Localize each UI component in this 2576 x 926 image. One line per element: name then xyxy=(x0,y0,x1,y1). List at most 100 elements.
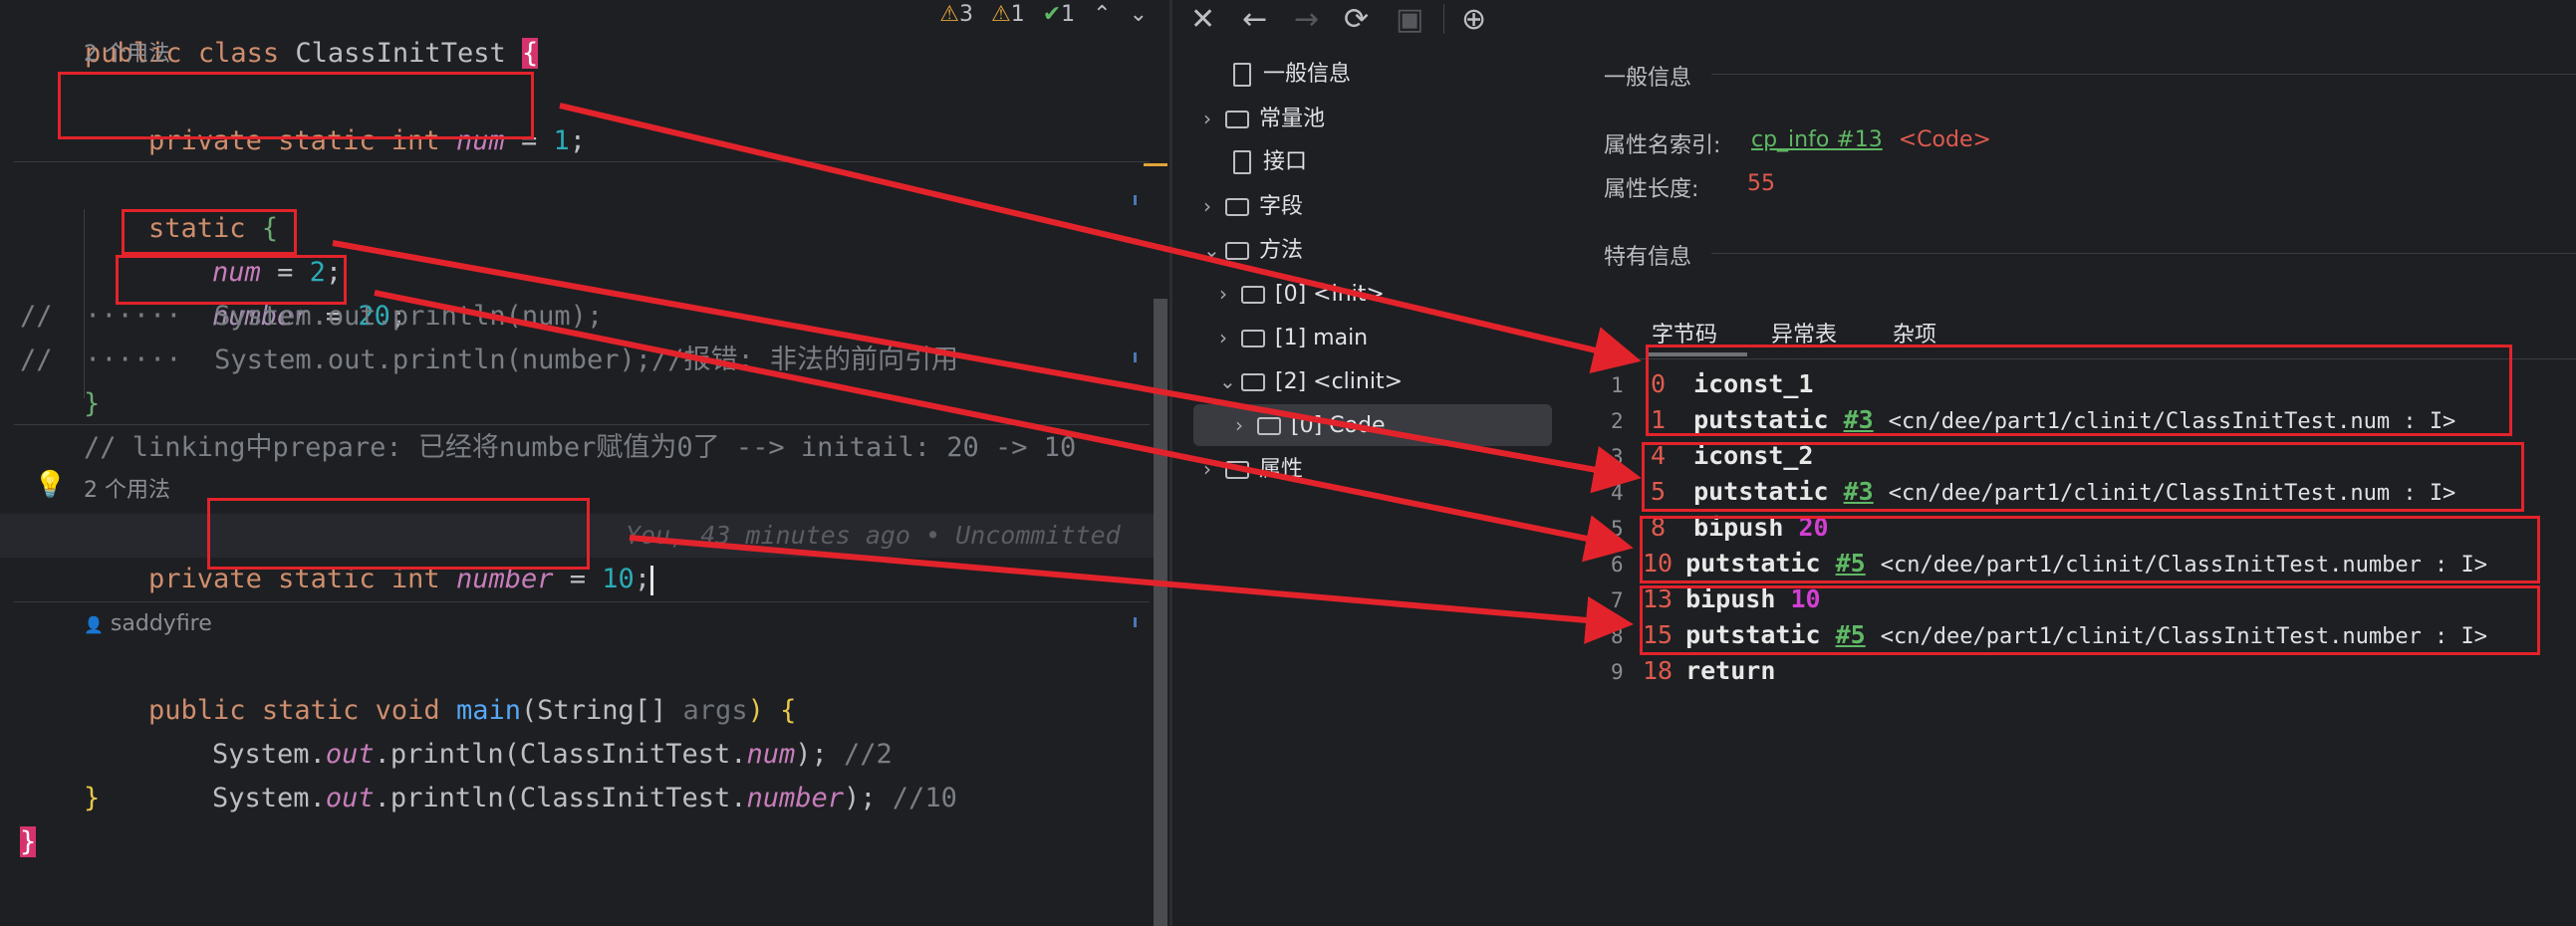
tree-item-method-init[interactable]: › [0] <init> xyxy=(1219,277,1385,311)
section-title-general: 一般信息 xyxy=(1604,66,1692,91)
code-line-println-num[interactable]: System.out.println(ClassInitTest.num); /… xyxy=(147,689,1161,770)
tree-item-label: [1] main xyxy=(1275,326,1369,350)
tree-item-label: [0] Code xyxy=(1291,413,1386,438)
usage-hint[interactable]: 2 个用法 xyxy=(84,476,170,506)
cp-info-link[interactable]: cp_info #13 xyxy=(1751,127,1883,152)
divider xyxy=(14,424,1150,425)
section-rule xyxy=(1711,74,2576,75)
code-editor[interactable]: ⚠3 ⚠1 ✔1 ⌃ ⌄ public class ClassInitTest … xyxy=(0,0,1167,926)
git-blame-annotation[interactable]: You, 43 minutes ago • Uncommitted xyxy=(626,514,1154,558)
attr-name-label: 属性名索引: xyxy=(1604,133,1721,158)
annotation-box-bc-3 xyxy=(1640,516,2540,583)
line-number: 1 xyxy=(1611,373,1624,397)
attr-name-link[interactable]: cp_info #13 <Code> xyxy=(1751,127,1991,152)
code-line-println-number[interactable]: System.out.println(ClassInitTest.number)… xyxy=(147,733,1161,813)
chevron-down-icon[interactable]: ⌄ xyxy=(1219,364,1241,398)
tree-item-method-main[interactable]: › [1] main xyxy=(1219,321,1368,354)
chevron-right-icon[interactable]: › xyxy=(1235,408,1257,442)
author-name: saddyfire xyxy=(110,611,212,636)
tree-item-label: [0] <init> xyxy=(1275,282,1385,307)
tree-item-label: 接口 xyxy=(1263,149,1308,174)
refresh-icon[interactable]: ⟳ xyxy=(1344,2,1369,37)
tree-item-label: 属性 xyxy=(1259,457,1304,482)
folder-icon xyxy=(1257,417,1281,435)
code-line-static[interactable]: static { xyxy=(84,163,1161,244)
number-literal: 1 xyxy=(553,125,570,156)
author-hint[interactable]: 👤 saddyfire xyxy=(84,609,212,640)
tree-item-fields[interactable]: › 字段 xyxy=(1203,189,1303,223)
divider xyxy=(14,601,1150,602)
code-line-close-main[interactable]: } xyxy=(84,777,1161,820)
section-rule xyxy=(1711,253,2576,254)
line-number: 2 xyxy=(1611,409,1624,433)
chevron-right-icon[interactable]: › xyxy=(1219,277,1241,311)
tree-item-method-clinit[interactable]: ⌄ [2] <clinit> xyxy=(1219,364,1403,398)
attr-length-label: 属性长度: xyxy=(1604,177,1699,202)
toolbar-separator xyxy=(1443,4,1444,34)
tree-item-interfaces[interactable]: 接口 xyxy=(1233,145,1307,179)
chevron-right-icon[interactable]: › xyxy=(1203,189,1225,223)
folder-icon xyxy=(1241,286,1265,304)
annotation-box-decl-num xyxy=(58,72,534,139)
section-title-specific: 特有信息 xyxy=(1604,245,1692,270)
folder-icon xyxy=(1225,111,1249,128)
editor-scrollbar[interactable] xyxy=(1154,299,1167,926)
text-caret xyxy=(650,565,654,595)
keyword: class xyxy=(197,38,280,69)
forward-arrow-icon[interactable]: → xyxy=(1294,2,1319,37)
code-line-close-class[interactable]: } xyxy=(20,820,1161,864)
file-icon xyxy=(1233,150,1251,174)
tree-item-label: 常量池 xyxy=(1259,107,1326,131)
scroll-marker xyxy=(1134,352,1137,362)
person-icon: 👤 xyxy=(84,615,104,634)
save-icon[interactable]: ▣ xyxy=(1396,2,1423,37)
tree-item-methods[interactable]: ⌄ 方法 xyxy=(1203,233,1303,267)
attr-name-value: <Code> xyxy=(1898,127,1991,152)
attr-length-value: 55 xyxy=(1747,171,1775,196)
opcode: return xyxy=(1685,656,1776,685)
usage-hint[interactable]: 2 个用法 xyxy=(84,40,170,70)
tree-item-attributes[interactable]: › 属性 xyxy=(1203,452,1303,486)
bytecode-row[interactable]: 9 18 return xyxy=(1611,653,1775,689)
matched-brace: } xyxy=(20,826,37,857)
chevron-right-icon[interactable]: › xyxy=(1203,452,1225,486)
annotation-box-bc-2 xyxy=(1642,442,2524,512)
linking-comment[interactable]: // linking中prepare: 已经将number赋值为0了 --> i… xyxy=(84,426,1161,470)
number-literal: 10 xyxy=(602,564,635,594)
annotation-box-decl-number xyxy=(207,498,590,570)
folder-icon xyxy=(1225,198,1249,216)
lightbulb-icon[interactable]: 💡 xyxy=(34,470,66,500)
chevron-down-icon[interactable]: ⌄ xyxy=(1203,233,1225,267)
scroll-marker xyxy=(1134,195,1137,205)
semicolon: ; xyxy=(569,125,587,156)
tree-item-label: 一般信息 xyxy=(1263,62,1352,87)
globe-icon[interactable]: ⊕ xyxy=(1461,2,1486,37)
scroll-marker xyxy=(1134,617,1137,627)
matched-brace: { xyxy=(521,38,539,69)
commented-line-2[interactable]: // ······ System.out.println(number);//报… xyxy=(20,339,1161,382)
folder-icon xyxy=(1241,330,1265,347)
code-line-assign-num[interactable]: num = 2; xyxy=(147,207,1161,288)
tree-item-general-info[interactable]: 一般信息 xyxy=(1233,58,1351,92)
tree-item-label: 字段 xyxy=(1259,194,1304,219)
divider xyxy=(14,161,1150,162)
folder-icon xyxy=(1225,461,1249,479)
close-icon[interactable]: ✕ xyxy=(1190,2,1215,37)
code-line-main-signature[interactable]: public static void main(String[] args) { xyxy=(84,645,1161,726)
tree-item-code[interactable]: › [0] Code xyxy=(1235,408,1385,442)
chevron-right-icon[interactable]: › xyxy=(1203,102,1225,135)
class-name: ClassInitTest xyxy=(295,38,506,69)
annotation-box-assign-num xyxy=(122,209,297,255)
annotation-box-bc-4 xyxy=(1640,585,2540,655)
tree-item-label: 方法 xyxy=(1259,238,1304,263)
annotation-box-bc-1 xyxy=(1646,345,2512,436)
code-line-class[interactable]: public class ClassInitTest { xyxy=(20,0,1161,69)
tree-item-constant-pool[interactable]: › 常量池 xyxy=(1203,102,1325,135)
bytecode-offset: 18 xyxy=(1643,656,1674,685)
chevron-right-icon[interactable]: › xyxy=(1219,321,1241,354)
back-arrow-icon[interactable]: ← xyxy=(1242,2,1267,37)
folder-icon xyxy=(1225,242,1249,260)
code-line-close-static[interactable]: } xyxy=(84,382,1161,426)
semicolon: ; xyxy=(634,564,651,594)
tree-item-label: [2] <clinit> xyxy=(1275,369,1404,394)
